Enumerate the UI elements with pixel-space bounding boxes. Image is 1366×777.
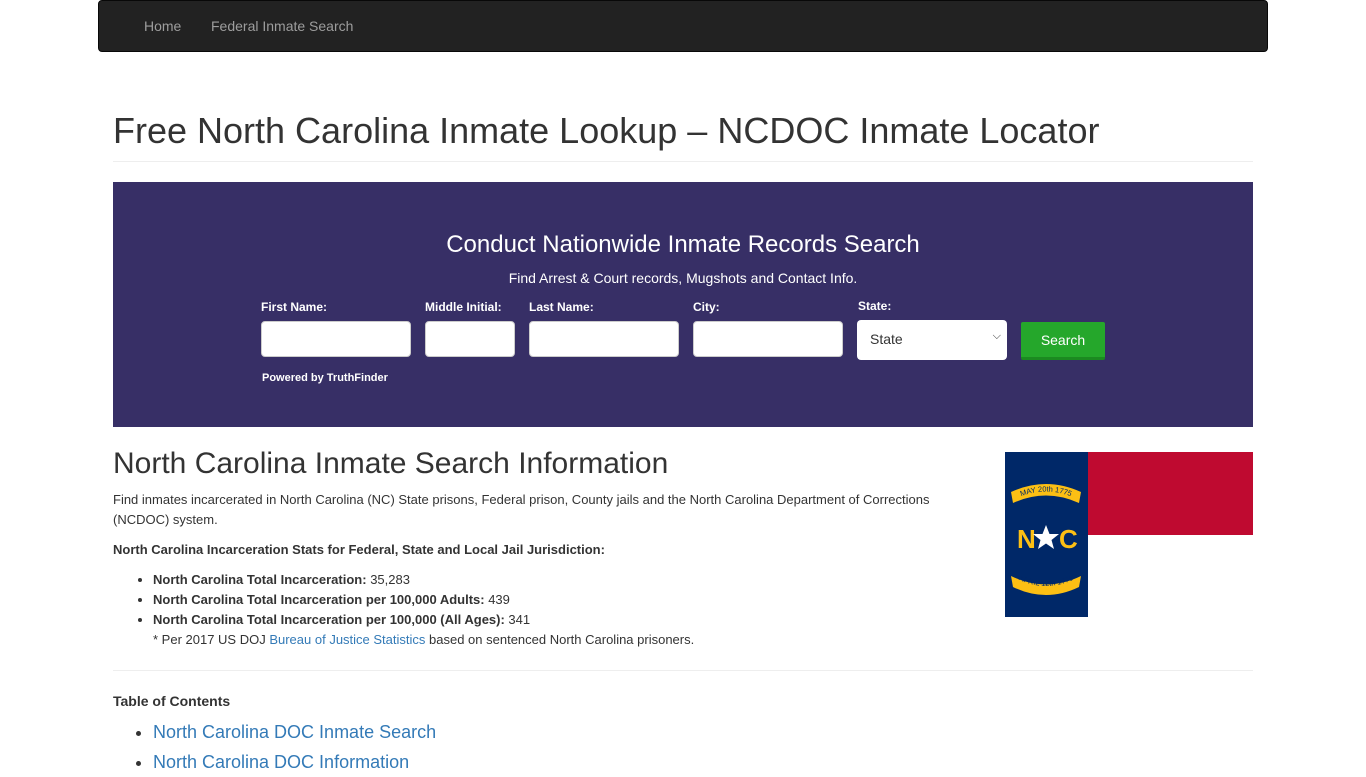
chevron-down-icon: ⌵ [992,330,1001,342]
banner-subtitle: Find Arrest & Court records, Mugshots an… [508,270,858,286]
state-select-value: State [870,331,903,347]
stat-item: North Carolina Total Incarceration: 35,2… [153,570,694,590]
search-banner: Conduct Nationwide Inmate Records Search… [113,182,1253,427]
state-label: State: [858,299,892,313]
page-title: Free North Carolina Inmate Lookup – NCDO… [113,110,1100,151]
banner-title: Conduct Nationwide Inmate Records Search [446,231,920,258]
stats-heading: North Carolina Incarceration Stats for F… [113,542,605,557]
powered-by: Powered by TruthFinder [262,372,388,384]
first-name-label: First Name: [261,300,328,314]
city-label: City: [693,300,720,314]
last-name-label: Last Name: [529,300,594,314]
bjs-link[interactable]: Bureau of Justice Statistics [269,632,425,647]
stats-list: North Carolina Total Incarceration: 35,2… [113,570,694,650]
last-name-input[interactable] [529,321,679,357]
city-input[interactable] [693,321,843,357]
nc-flag-image: MAY 20th 1775 APRIL 12th 1776 N C [1005,452,1253,617]
nav-federal-inmate-search[interactable]: Federal Inmate Search [211,18,353,34]
info-intro: Find inmates incarcerated in North Carol… [113,492,930,527]
stat-item: North Carolina Total Incarceration per 1… [153,610,694,630]
search-button[interactable]: Search [1021,322,1105,360]
middle-initial-input[interactable] [425,321,515,357]
toc-item[interactable]: North Carolina DOC Inmate Search [153,722,436,742]
stats-note: * Per 2017 US DOJ Bureau of Justice Stat… [153,632,695,647]
divider [113,161,1253,162]
navbar: Home Federal Inmate Search [98,0,1268,52]
state-select[interactable]: State ⌵ [857,320,1007,360]
toc-list: North Carolina DOC Inmate Search North C… [113,717,436,777]
svg-text:C: C [1059,524,1078,554]
stat-item: North Carolina Total Incarceration per 1… [153,590,694,610]
nav-home[interactable]: Home [144,18,181,34]
first-name-input[interactable] [261,321,411,357]
toc-item[interactable]: North Carolina DOC Information [153,752,409,772]
divider [113,670,1253,671]
svg-text:N: N [1017,524,1036,554]
middle-initial-label: Middle Initial: [425,300,502,314]
toc-heading: Table of Contents [113,693,231,709]
info-heading: North Carolina Inmate Search Information [113,447,669,480]
